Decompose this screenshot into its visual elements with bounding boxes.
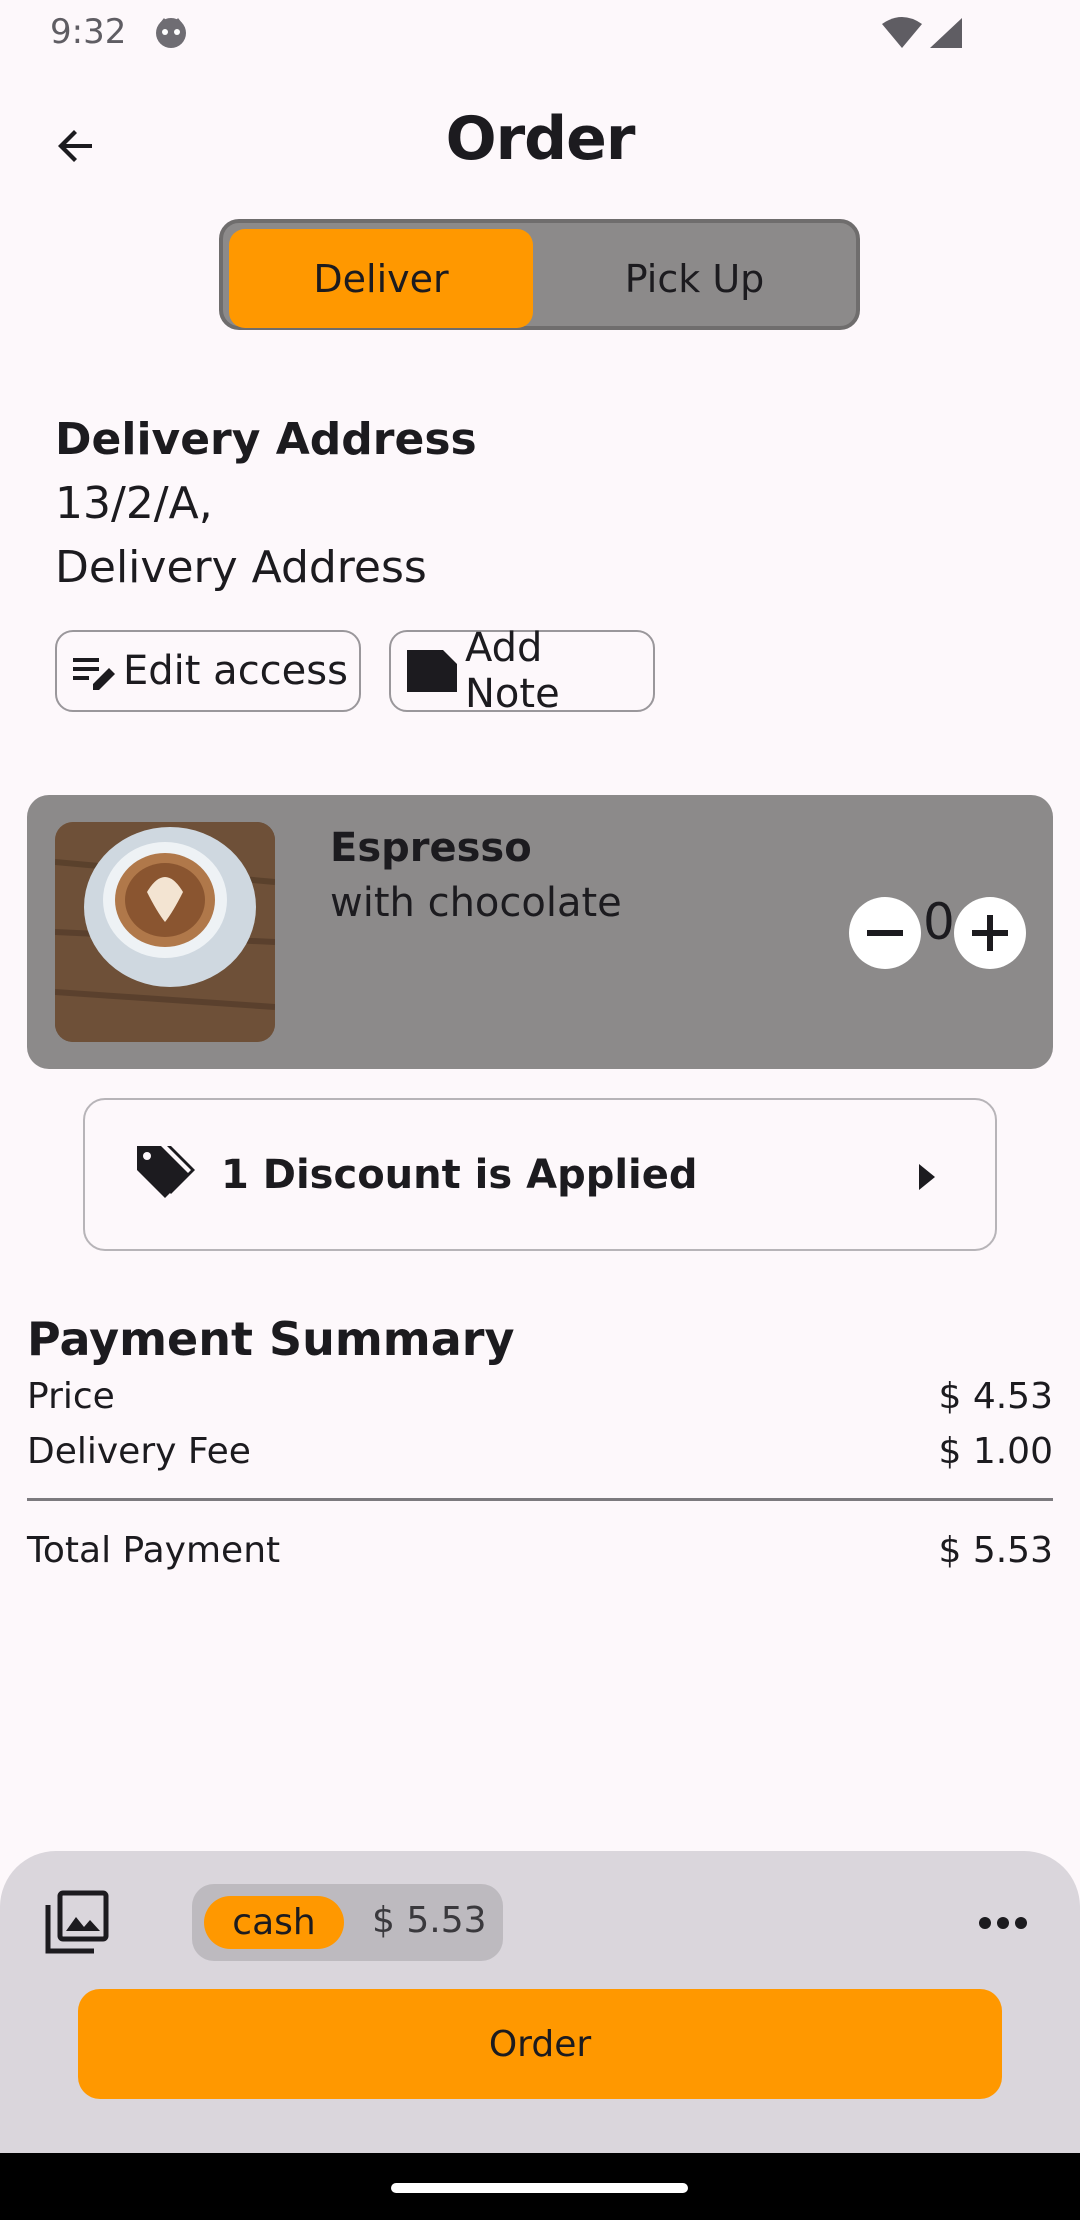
payment-method-chip: cash (204, 1896, 344, 1949)
edit-access-button[interactable]: Edit access (55, 630, 361, 712)
total-payment-label: Total Payment (27, 1530, 281, 1571)
add-note-label: Add Note (465, 625, 560, 717)
product-subtitle: with chocolate (330, 880, 622, 926)
quantity-value: 0 (923, 893, 955, 951)
app-bar: Order (0, 86, 1080, 198)
payment-method-selector[interactable]: cash $ 5.53 (192, 1884, 503, 1961)
minus-icon (867, 930, 903, 936)
home-gesture-handle[interactable] (391, 2183, 688, 2193)
delivery-fee-value: $ 1.00 (938, 1431, 1053, 1472)
status-time: 9:32 (50, 12, 127, 52)
arrow-right-icon (919, 1164, 935, 1190)
tab-pick-up[interactable]: Pick Up (537, 229, 852, 328)
more-options-button[interactable] (970, 1903, 1036, 1943)
product-name: Espresso (330, 825, 532, 871)
address-line-1: 13/2/A, (55, 478, 213, 529)
page-title: Order (445, 104, 636, 174)
edit-note-icon (73, 658, 115, 690)
price-label: Price (27, 1376, 115, 1417)
discount-applied-row[interactable]: 1 Discount is Applied (83, 1098, 997, 1251)
total-payment-row: Total Payment $ 5.53 (27, 1530, 1053, 1571)
order-button[interactable]: Order (78, 1989, 1002, 2099)
tab-deliver[interactable]: Deliver (229, 229, 533, 328)
discount-text: 1 Discount is Applied (221, 1152, 698, 1198)
gallery-icon[interactable] (44, 1889, 110, 1955)
wifi-icon (882, 17, 922, 48)
increase-quantity-button[interactable] (954, 897, 1026, 969)
delivery-fee-row: Delivery Fee $ 1.00 (27, 1431, 1053, 1472)
product-image (55, 822, 275, 1042)
plus-icon (972, 915, 1008, 951)
payment-amount: $ 5.53 (372, 1900, 487, 1941)
product-card: Espresso with chocolate 0 (27, 795, 1053, 1069)
discount-tag-icon (137, 1146, 195, 1198)
cellular-signal-icon (930, 18, 962, 48)
price-value: $ 4.53 (938, 1376, 1053, 1417)
summary-divider (27, 1498, 1053, 1501)
price-row: Price $ 4.53 (27, 1376, 1053, 1417)
status-bar: 9:32 (0, 0, 1080, 66)
decrease-quantity-button[interactable] (849, 897, 921, 969)
delivery-fee-label: Delivery Fee (27, 1431, 251, 1472)
notification-face-icon (156, 18, 186, 48)
order-bottom-sheet: cash $ 5.53 Order (0, 1851, 1080, 2153)
address-line-2: Delivery Address (55, 542, 427, 593)
system-navigation-bar (0, 2153, 1080, 2220)
total-payment-value: $ 5.53 (938, 1530, 1053, 1571)
edit-access-label: Edit access (123, 648, 348, 694)
delivery-address-heading: Delivery Address (55, 414, 477, 465)
add-note-button[interactable]: Add Note (389, 625, 655, 717)
more-horizontal-icon (979, 1917, 1027, 1929)
payment-summary-title: Payment Summary (27, 1312, 515, 1366)
note-icon (407, 650, 457, 692)
delivery-mode-toggle: Deliver Pick Up (219, 219, 860, 330)
